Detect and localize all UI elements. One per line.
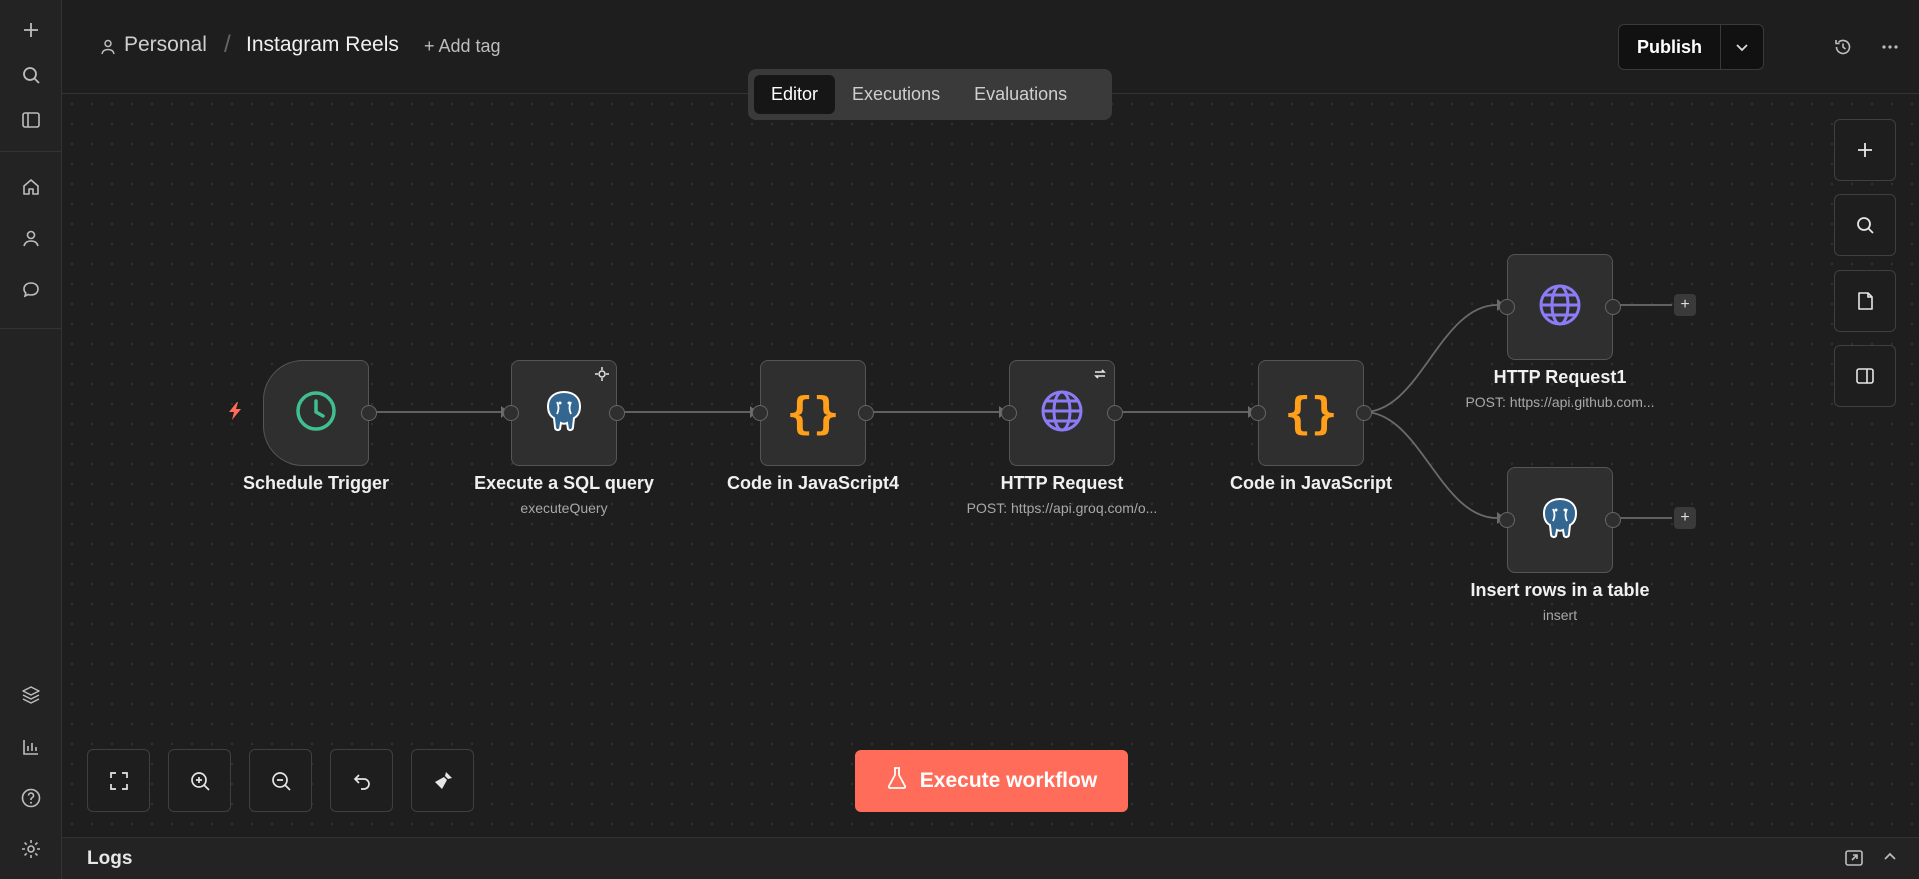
more-options-icon[interactable] [1876,33,1904,61]
search-icon[interactable] [15,59,47,91]
input-port[interactable] [1499,512,1515,528]
node-execute-sql[interactable] [503,360,625,466]
history-icon[interactable] [1829,33,1857,61]
output-port[interactable] [1107,405,1123,421]
add-tag-button[interactable]: + Add tag [424,36,501,57]
publish-button-group: Publish [1618,24,1764,70]
add-icon[interactable] [15,14,47,46]
flask-icon [886,766,908,796]
tab-editor[interactable]: Editor [754,75,836,114]
tab-evaluations[interactable]: Evaluations [957,75,1084,114]
add-node-button[interactable]: + [1674,294,1696,316]
sticky-note-icon[interactable] [1834,270,1896,332]
panel-icon[interactable] [15,104,47,136]
node-title: Code in JavaScript [1229,473,1393,493]
publish-dropdown-button[interactable] [1721,25,1763,69]
node-code-js4[interactable]: {} [752,360,874,466]
pop-out-icon[interactable] [1844,848,1864,873]
output-port[interactable] [1605,512,1621,528]
tidy-up-broom-icon[interactable] [411,749,474,812]
tab-executions[interactable]: Executions [835,75,957,114]
chat-icon[interactable] [15,274,47,306]
node-http-request[interactable] [1001,360,1123,466]
output-port[interactable] [1356,405,1372,421]
fit-view-icon[interactable] [87,749,150,812]
node-subtitle: insert [1542,607,1578,623]
trigger-badge-icon [595,367,609,386]
insights-icon[interactable] [15,731,47,763]
input-port[interactable] [1001,405,1017,421]
node-title: Schedule Trigger [242,473,390,493]
templates-icon[interactable] [15,679,47,711]
person-icon [100,38,116,61]
zoom-in-icon[interactable] [168,749,231,812]
sidebar [0,0,62,879]
code-braces-icon: {} [1284,387,1338,439]
node-insert-rows[interactable] [1499,467,1621,573]
execute-workflow-button[interactable]: Execute workflow [855,750,1128,812]
node-http-request1[interactable] [1499,254,1621,360]
view-tabs: Editor Executions Evaluations [748,69,1112,120]
clock-icon [294,389,338,438]
add-node-icon[interactable] [1834,119,1896,181]
node-schedule-trigger[interactable] [263,360,377,466]
logs-title: Logs [87,848,133,869]
output-port[interactable] [1605,299,1621,315]
postgres-icon [542,388,586,439]
breadcrumb-separator: / [224,31,231,58]
user-icon[interactable] [15,222,47,254]
node-title: Execute a SQL query [474,473,654,493]
input-port[interactable] [1499,299,1515,315]
node-code-js[interactable]: {} [1250,360,1372,466]
input-port[interactable] [1250,405,1266,421]
globe-icon [1039,388,1085,439]
execute-workflow-label: Execute workflow [919,769,1098,792]
input-port[interactable] [752,405,768,421]
node-title: HTTP Request [1000,473,1124,493]
sidebar-divider [0,151,62,152]
output-port[interactable] [858,405,874,421]
node-title: Code in JavaScript4 [726,473,900,493]
side-panel-icon[interactable] [1834,345,1896,407]
chevron-up-icon[interactable] [1881,848,1899,871]
trigger-bolt-icon [227,401,243,426]
postgres-icon [1538,495,1582,546]
output-port[interactable] [361,405,377,421]
output-port[interactable] [609,405,625,421]
home-icon[interactable] [15,171,47,203]
undo-icon[interactable] [330,749,393,812]
search-nodes-icon[interactable] [1834,194,1896,256]
node-subtitle: POST: https://api.groq.com/o... [966,500,1158,516]
add-node-button[interactable]: + [1674,507,1696,529]
settings-icon[interactable] [15,833,47,865]
node-title: HTTP Request1 [1493,367,1627,387]
node-title: Insert rows in a table [1470,580,1650,600]
zoom-out-icon[interactable] [249,749,312,812]
input-port[interactable] [503,405,519,421]
code-braces-icon: {} [786,387,840,439]
breadcrumb-project[interactable]: Personal [124,33,207,57]
publish-button[interactable]: Publish [1619,25,1721,69]
sidebar-divider [0,328,62,329]
retry-badge-icon [1093,367,1107,386]
help-icon[interactable] [15,782,47,814]
logs-panel[interactable]: Logs [62,837,1919,879]
chevron-down-icon [1736,44,1748,52]
node-subtitle: POST: https://api.github.com... [1465,394,1655,410]
globe-icon [1537,282,1583,333]
workflow-name[interactable]: Instagram Reels [246,33,399,57]
node-subtitle: executeQuery [520,500,608,516]
